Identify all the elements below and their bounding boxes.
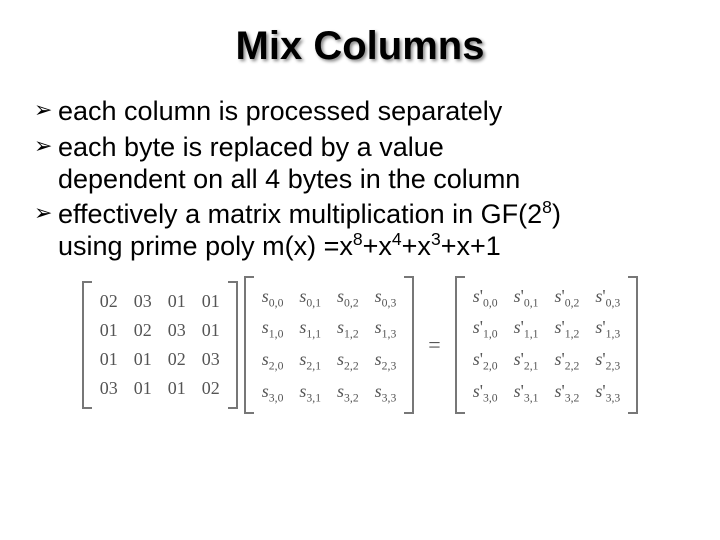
bullet-text-cont: dependent on all 4 bytes in the column xyxy=(34,163,686,197)
state-out-matrix: s'0,0s'0,1s'0,2s'0,3 s'1,0s'1,1s'1,2s'1,… xyxy=(455,276,639,414)
bullet-arrow-icon: ➢ xyxy=(34,198,58,229)
bullet-text: each byte is replaced by a value xyxy=(58,131,686,165)
list-item: ➢ each byte is replaced by a value xyxy=(34,131,686,165)
bullet-text: effectively a matrix multiplication in G… xyxy=(58,198,686,232)
list-item: ➢ each column is processed separately xyxy=(34,95,686,129)
bullet-arrow-icon: ➢ xyxy=(34,131,58,162)
page-title: Mix Columns xyxy=(34,24,686,69)
matrix-equation: 02030101 01020301 01010203 03010102 s0,0… xyxy=(34,276,686,414)
coef-matrix: 02030101 01020301 01010203 03010102 xyxy=(82,281,238,409)
slide: Mix Columns ➢ each column is processed s… xyxy=(0,0,720,540)
bullet-text-cont: using prime poly m(x) =x8+x4+x3+x+1 xyxy=(34,230,686,264)
state-in-matrix: s0,0s0,1s0,2s0,3 s1,0s1,1s1,2s1,3 s2,0s2… xyxy=(244,276,415,414)
bullet-arrow-icon: ➢ xyxy=(34,95,58,126)
bullet-text: each column is processed separately xyxy=(58,95,686,129)
list-item: ➢ effectively a matrix multiplication in… xyxy=(34,198,686,232)
bullet-list: ➢ each column is processed separately ➢ … xyxy=(34,95,686,264)
equals-sign: = xyxy=(420,332,448,358)
